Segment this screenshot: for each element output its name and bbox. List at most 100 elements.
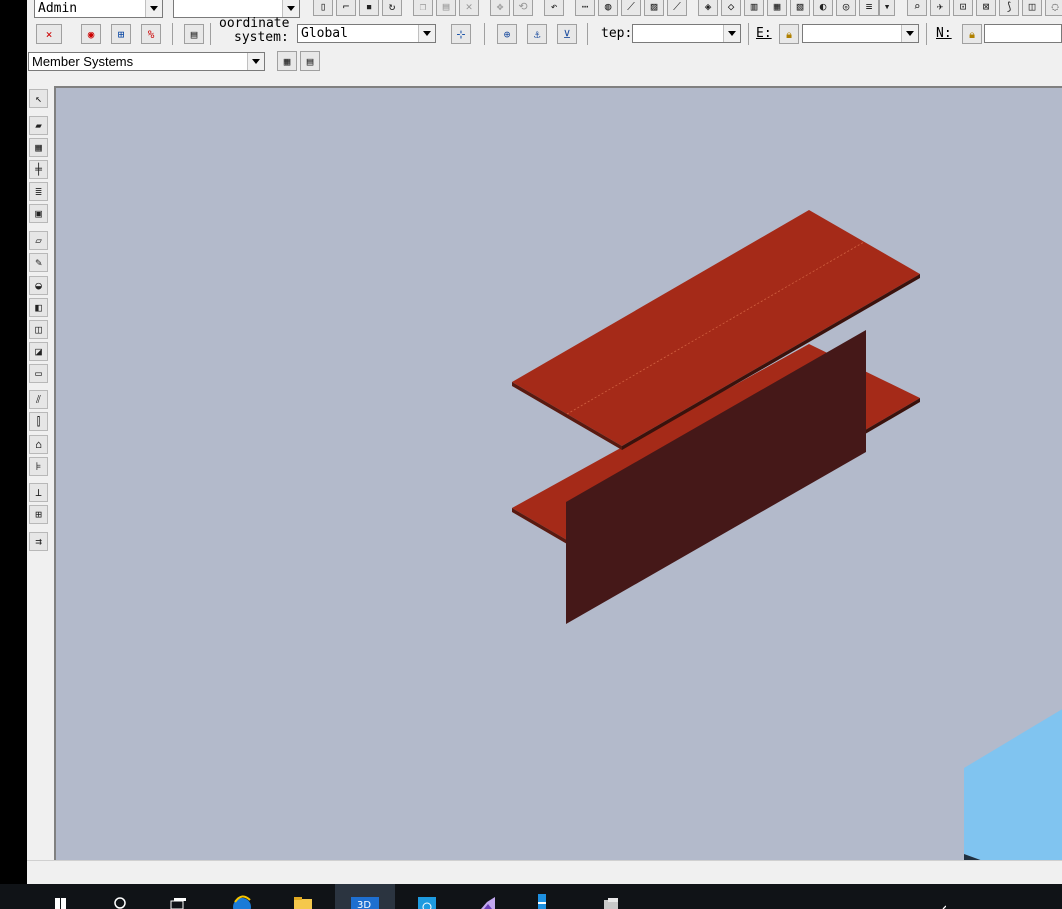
3d-app-icon: 3D [351, 897, 379, 909]
user-select[interactable]: Admin [34, 0, 163, 18]
app-misc-button[interactable] [590, 884, 630, 909]
select-arrow-icon[interactable]: ↖ [29, 89, 48, 108]
lock-icon[interactable]: 🔒︎ [962, 24, 982, 44]
select-set-icon[interactable]: ⋯ [575, 0, 595, 16]
clip-icon[interactable]: ◫ [1022, 0, 1042, 16]
stack-icon[interactable]: ≣ [29, 182, 48, 201]
place-member-icon[interactable]: ▰ [29, 116, 48, 135]
stair-icon[interactable]: ⊧ [29, 457, 48, 476]
visual-studio-button[interactable] [468, 884, 508, 909]
e-label: E: [756, 26, 772, 41]
chevron-down-icon[interactable] [418, 25, 435, 42]
opening-icon[interactable]: ◪ [29, 342, 48, 361]
chevron-down-icon[interactable] [282, 0, 299, 17]
step-select[interactable] [632, 24, 741, 43]
plate-icon[interactable]: ▱ [29, 231, 48, 250]
flat-plate-icon[interactable]: ▭ [29, 364, 48, 383]
chevron-down-icon[interactable] [723, 25, 740, 42]
shade-icon[interactable]: ◐ [813, 0, 833, 16]
handrail-icon[interactable]: ⇉ [29, 532, 48, 551]
percent-icon[interactable]: % [141, 24, 161, 44]
application-window: Admin ▯ ⌐ ▪ ↻ ❐ ▤ ✕ ✥ ⟲ ↶ ⋯ ◍ ⟋ ▨ ⟋ ◈ ◇ … [0, 0, 1062, 909]
file-explorer-button[interactable] [282, 884, 322, 909]
slab-icon[interactable]: ◒ [29, 276, 48, 295]
brace-icon[interactable]: ⫽ [29, 390, 48, 409]
coordinate-system-value: Global [301, 26, 348, 41]
delete-icon[interactable]: ✕ [459, 0, 479, 16]
refresh-icon[interactable]: ↻ [382, 0, 402, 16]
move-icon[interactable]: ✥ [490, 0, 510, 16]
footing-icon[interactable]: ⊥ [29, 483, 48, 502]
app-tool-button[interactable] [522, 884, 562, 909]
left-edge [0, 0, 27, 884]
tray-chevron-button[interactable] [916, 884, 956, 909]
view-front-icon[interactable]: ▥ [744, 0, 764, 16]
locate-filter-icon[interactable]: ▦ [277, 51, 297, 71]
search-icon [114, 897, 126, 909]
view-top-icon[interactable]: ▦ [767, 0, 787, 16]
visual-studio-icon [481, 897, 495, 909]
zoom-icon[interactable]: ⌕ [907, 0, 927, 16]
box-icon[interactable]: ▣ [29, 204, 48, 223]
camera-icon[interactable]: ◎ [836, 0, 856, 16]
search-button[interactable] [100, 884, 140, 909]
snap-surface-icon[interactable]: ⊻ [557, 24, 577, 44]
coordinate-system-select[interactable]: Global [297, 24, 436, 43]
fly-icon[interactable]: ✈ [930, 0, 950, 16]
n-coordinate-field[interactable] [984, 24, 1062, 43]
separator [484, 23, 485, 45]
task-view-button[interactable] [156, 884, 196, 909]
layer-icon[interactable]: ≡ [859, 0, 879, 16]
member-grid-icon[interactable]: ▦ [29, 138, 48, 157]
step-label: tep: [601, 26, 633, 41]
globe-icon[interactable]: ◍ [598, 0, 618, 16]
start-button[interactable] [36, 884, 76, 909]
column-icon[interactable]: ⫿ [29, 412, 48, 431]
wall-icon[interactable]: ◧ [29, 298, 48, 317]
undo-icon[interactable]: ↶ [544, 0, 564, 16]
properties-icon[interactable]: ▤ [184, 24, 204, 44]
view-side-icon[interactable]: ▧ [790, 0, 810, 16]
filter-properties-icon[interactable]: ▤ [300, 51, 320, 71]
member-type-select[interactable]: Member Systems [28, 52, 265, 71]
snap-anchor-icon[interactable]: ⚓ [527, 24, 547, 44]
app-3d-button[interactable]: 3D [335, 884, 395, 909]
paste-icon[interactable]: ▤ [436, 0, 456, 16]
ladder-icon[interactable]: ⊞ [29, 505, 48, 524]
walk-icon[interactable]: ⟆ [999, 0, 1019, 16]
more-icon[interactable]: ◌ [1045, 0, 1062, 16]
roof-icon[interactable]: ⌂ [29, 435, 48, 454]
coordinate-tool-icon[interactable]: ⊹ [451, 24, 471, 44]
graphic-view[interactable] [54, 86, 1062, 860]
separator [926, 23, 927, 45]
open-folder-icon[interactable]: ⌐ [336, 0, 356, 16]
rotate-icon[interactable]: ⟲ [513, 0, 533, 16]
split-member-icon[interactable]: ╪ [29, 160, 48, 179]
e-coordinate-select[interactable] [802, 24, 919, 43]
app-browser-button[interactable] [406, 884, 446, 909]
view-cube-icon[interactable]: ◈ [698, 0, 718, 16]
clear-filter-icon[interactable]: ⨯ [36, 24, 62, 44]
pen-icon[interactable]: ✎ [29, 253, 48, 272]
save-icon[interactable]: ▪ [359, 0, 379, 16]
chevron-down-icon[interactable]: ▾ [879, 0, 895, 16]
zoom-area-icon[interactable]: ⊡ [953, 0, 973, 16]
windows-icon [55, 898, 66, 909]
chevron-down-icon[interactable] [901, 25, 918, 42]
copy-icon[interactable]: ❐ [413, 0, 433, 16]
view-iso-icon[interactable]: ◇ [721, 0, 741, 16]
chart-icon[interactable]: ▨ [644, 0, 664, 16]
cylinder-icon[interactable]: ◫ [29, 320, 48, 339]
new-file-icon[interactable]: ▯ [313, 0, 333, 16]
snap-point-icon[interactable]: ⊕ [497, 24, 517, 44]
browser-button[interactable] [222, 884, 262, 909]
inspect-icon[interactable]: ◉ [81, 24, 101, 44]
measure-icon[interactable]: ⟋ [621, 0, 641, 16]
grid-assign-icon[interactable]: ⊞ [111, 24, 131, 44]
i-beam-model[interactable] [56, 88, 1062, 860]
zoom-fit-icon[interactable]: ⊠ [976, 0, 996, 16]
chevron-down-icon[interactable] [247, 53, 264, 70]
ruler-icon[interactable]: ⟋ [667, 0, 687, 16]
chevron-down-icon[interactable] [145, 0, 162, 17]
lock-icon[interactable]: 🔒︎ [779, 24, 799, 44]
